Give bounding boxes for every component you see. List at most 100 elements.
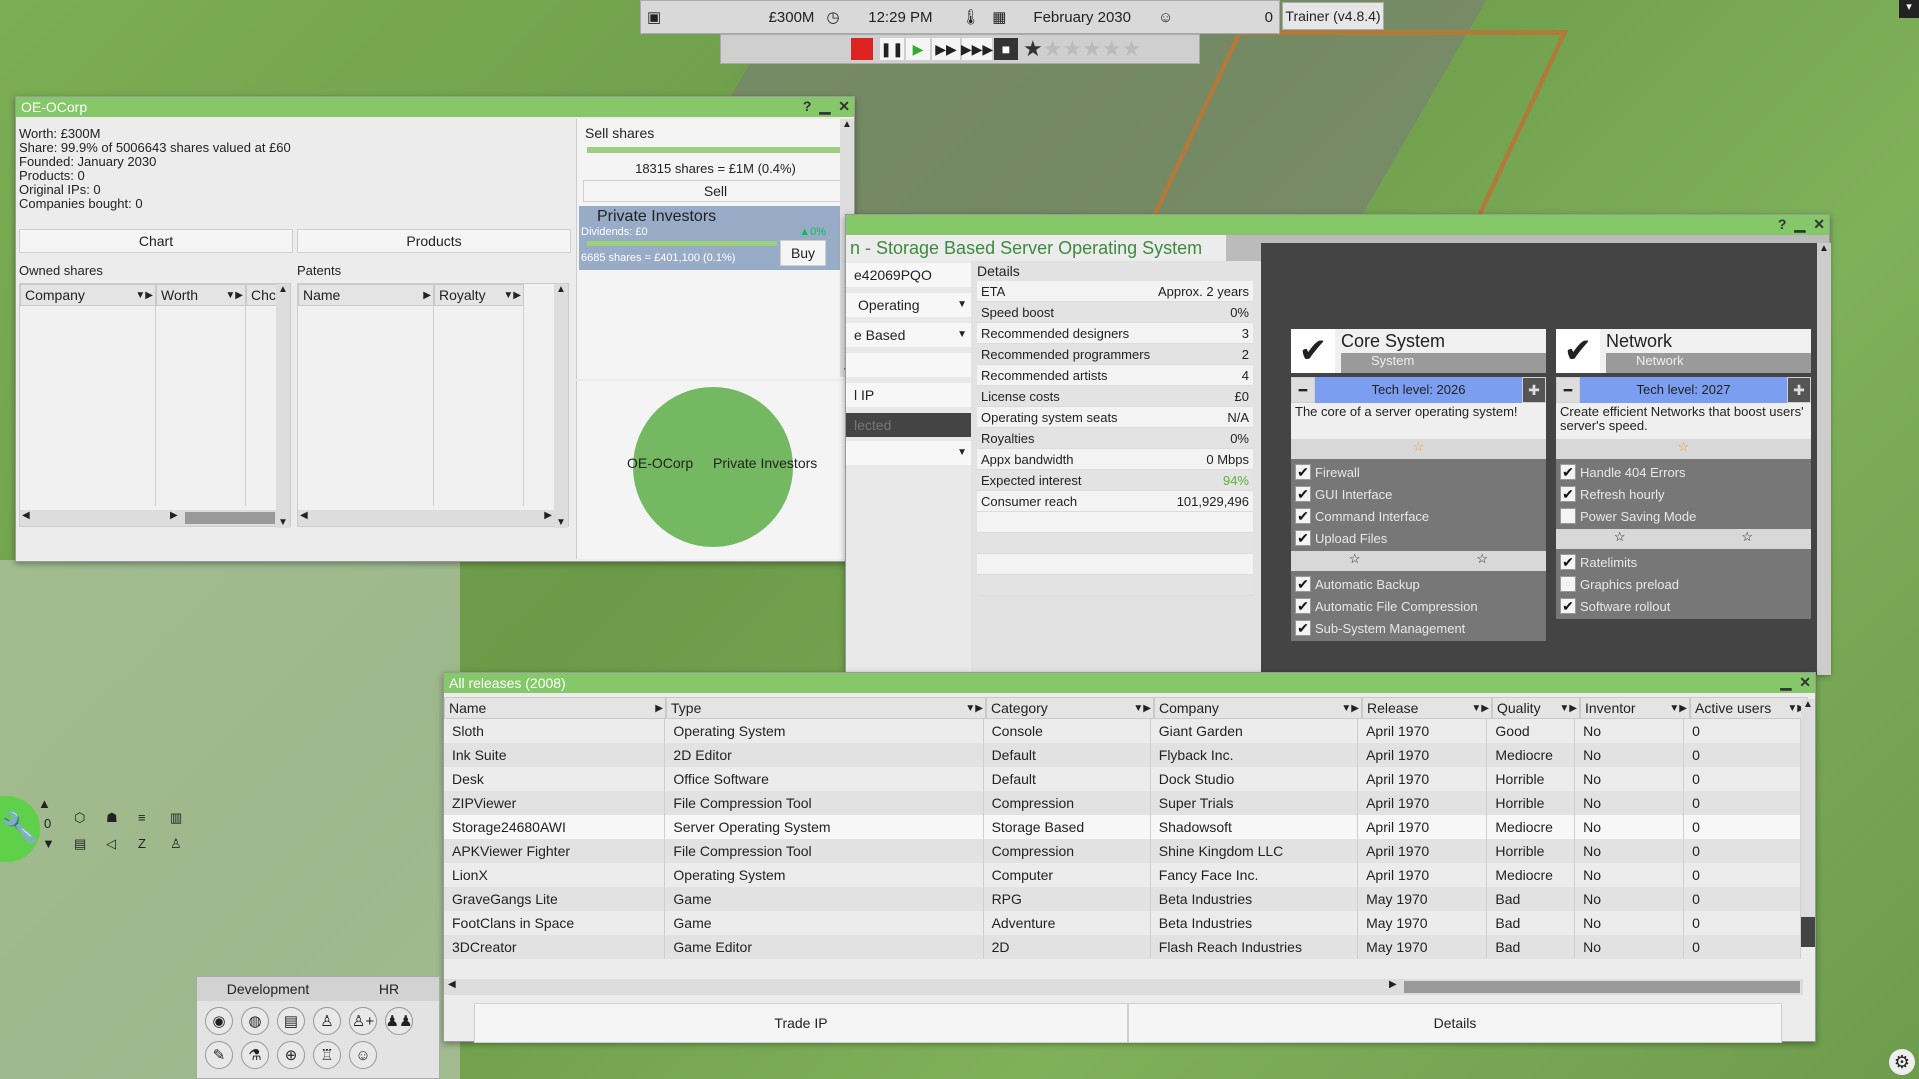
globe-alt-icon[interactable]: ◍ [241, 1007, 269, 1035]
feature-row[interactable]: ✔ Ratelimits [1560, 551, 1807, 573]
releases-col-type[interactable]: Type ▼▶ [666, 697, 986, 719]
close-icon[interactable]: ✕ [1813, 216, 1825, 233]
checkbox[interactable] [1560, 576, 1576, 592]
checkbox[interactable]: ✔ [1560, 554, 1576, 570]
smiley-icon[interactable]: ☺ [1152, 1, 1179, 33]
checkbox[interactable] [1560, 508, 1576, 524]
feature-row[interactable]: ✔ Automatic File Compression [1295, 595, 1542, 617]
vertical-scrollbar[interactable]: ▲▼ [276, 284, 290, 528]
feature-row[interactable]: ✔ Sub-System Management [1295, 617, 1542, 639]
faster-forward-button[interactable]: ▶▶▶ [961, 37, 993, 61]
checkbox[interactable]: ✔ [1295, 508, 1311, 524]
product-name-field[interactable]: e42069PQO [846, 263, 971, 287]
close-icon[interactable]: ✕ [1799, 674, 1811, 691]
help-icon[interactable]: ? [803, 98, 812, 115]
horizontal-scrollbar[interactable]: ◀ ▶ [20, 510, 278, 526]
table-row[interactable]: Sloth Operating System Console Giant Garden… [444, 719, 1801, 743]
person-icon[interactable]: ♙ [170, 836, 182, 852]
feature-row[interactable]: ✔ Firewall [1295, 461, 1542, 483]
feature-row[interactable]: ✔ Refresh hourly [1560, 483, 1807, 505]
releases-window-titlebar[interactable]: All releases (2008) ▁ ✕ [444, 673, 1815, 693]
feature-row[interactable]: ✔ Upload Files [1295, 527, 1542, 549]
table-row[interactable]: LionX Operating System Computer Fancy Face … [444, 863, 1801, 887]
sell-button[interactable]: Sell [583, 180, 848, 202]
vertical-scrollbar[interactable]: ▲ [1801, 699, 1815, 947]
ip-field[interactable]: l IP [846, 383, 971, 407]
feature-row[interactable]: ✔ GUI Interface [1295, 483, 1542, 505]
owned-col-worth[interactable]: Worth ▼▶ [156, 284, 246, 306]
checkbox[interactable]: ✔ [1295, 576, 1311, 592]
skip-button[interactable]: ■ [993, 37, 1019, 61]
releases-col-quality[interactable]: Quality ▼▶ [1492, 697, 1580, 719]
extra-dropdown[interactable]: ▼ [846, 441, 971, 465]
feature-row[interactable]: Power Saving Mode [1560, 505, 1807, 527]
box-icon[interactable]: ⬡ [74, 810, 85, 826]
releases-col-name[interactable]: Name ▶ [444, 697, 666, 719]
patents-col-name[interactable]: Name ▶ [298, 284, 434, 306]
checkbox[interactable]: ✔ [1560, 464, 1576, 480]
releases-col-inventor[interactable]: Inventor ▼▶ [1580, 697, 1690, 719]
products-tab[interactable]: Products [297, 229, 571, 253]
play-button[interactable]: ▶ [905, 37, 931, 61]
table-row[interactable]: FootClans in Space Game Adventure Beta Indu… [444, 911, 1801, 935]
document-icon[interactable]: ▤ [74, 836, 86, 852]
releases-col-category[interactable]: Category ▼▶ [986, 697, 1154, 719]
globe-icon[interactable]: ◉ [205, 1007, 233, 1035]
sell-slider[interactable] [587, 147, 844, 153]
releases-col-company[interactable]: Company ▼▶ [1154, 697, 1362, 719]
feature-row[interactable]: ✔ Command Interface [1295, 505, 1542, 527]
feature-row[interactable]: ✔ Handle 404 Errors [1560, 461, 1807, 483]
details-button[interactable]: Details [1128, 1003, 1782, 1043]
server-icon[interactable]: ▤ [277, 1007, 305, 1035]
category-dropdown[interactable]: e Based ▼ [846, 323, 971, 347]
checkbox[interactable]: ✔ [1295, 486, 1311, 502]
trainer-label[interactable]: Trainer (v4.8.4) [1282, 2, 1384, 30]
buy-button[interactable]: Buy [780, 240, 826, 266]
scroll-thumb[interactable] [1801, 917, 1815, 947]
trade-ip-button[interactable]: Trade IP [474, 1003, 1128, 1043]
floor-down-icon[interactable]: ▼ [42, 836, 55, 851]
network-check-icon[interactable]: ✔ [1556, 329, 1600, 373]
checkbox[interactable]: ✔ [1295, 598, 1311, 614]
feature-row[interactable]: Graphics preload [1560, 573, 1807, 595]
feature-row[interactable]: ✔ Software rollout [1560, 595, 1807, 617]
people-icon[interactable]: ☗ [106, 810, 118, 826]
checkbox[interactable]: ✔ [1295, 620, 1311, 636]
type-dropdown[interactable]: Operating ▼ [846, 293, 971, 317]
minimize-icon[interactable]: ▁ [1794, 216, 1805, 233]
floor-up-icon[interactable]: ▲ [38, 796, 51, 811]
minus-icon[interactable]: ━ [1556, 377, 1580, 403]
vertical-scrollbar[interactable]: ▲▼ [554, 284, 568, 528]
calendar-icon[interactable]: ▦ [986, 1, 1012, 33]
horizontal-scrollbar[interactable]: ◀ ▶ [298, 510, 556, 526]
horizontal-scrollbar[interactable]: ◀ ▶ [444, 979, 1803, 995]
fast-forward-button[interactable]: ▶▶ [931, 37, 961, 61]
settings-gear-icon[interactable]: ⚙ [1889, 1049, 1915, 1075]
scroll-thumb[interactable] [185, 512, 275, 524]
development-tab[interactable]: Development [197, 977, 339, 1001]
owned-col-change[interactable]: Chc [246, 284, 278, 306]
flask-icon[interactable]: ⚗ [241, 1041, 269, 1069]
minimize-icon[interactable]: ▁ [1780, 674, 1791, 691]
design-window-titlebar[interactable]: ? ▁ ✕ [846, 215, 1829, 235]
add-employee-icon[interactable]: ♙+ [349, 1007, 377, 1035]
releases-col-release[interactable]: Release ▼▶ [1362, 697, 1492, 719]
team-icon[interactable]: ♟♟ [385, 1007, 413, 1035]
scroll-icon[interactable]: ✎ [205, 1041, 233, 1069]
table-row[interactable]: GraveGangs Lite Game RPG Beta Industries May… [444, 887, 1801, 911]
patents-col-royalty[interactable]: Royalty ▼▶ [434, 284, 524, 306]
staff-icon[interactable]: ♖ [313, 1041, 341, 1069]
table-row[interactable]: APKViewer Fighter File Compression Tool Co… [444, 839, 1801, 863]
speaker-icon[interactable]: ◁ [106, 836, 116, 852]
bar-chart-icon[interactable]: ▥ [170, 810, 182, 826]
stop-button[interactable] [851, 38, 873, 60]
releases-col-active-users[interactable]: Active users ▼▶ [1690, 697, 1808, 719]
investor-slider[interactable] [587, 241, 777, 246]
checkbox[interactable]: ✔ [1560, 486, 1576, 502]
table-row[interactable]: 3DCreator Game Editor 2D Flash Reach Indust… [444, 935, 1801, 959]
blank-field[interactable] [846, 353, 971, 377]
checkbox[interactable]: ✔ [1560, 598, 1576, 614]
close-icon[interactable]: ✕ [838, 98, 850, 115]
checkbox[interactable]: ✔ [1295, 530, 1311, 546]
scroll-thumb[interactable] [1404, 981, 1800, 993]
